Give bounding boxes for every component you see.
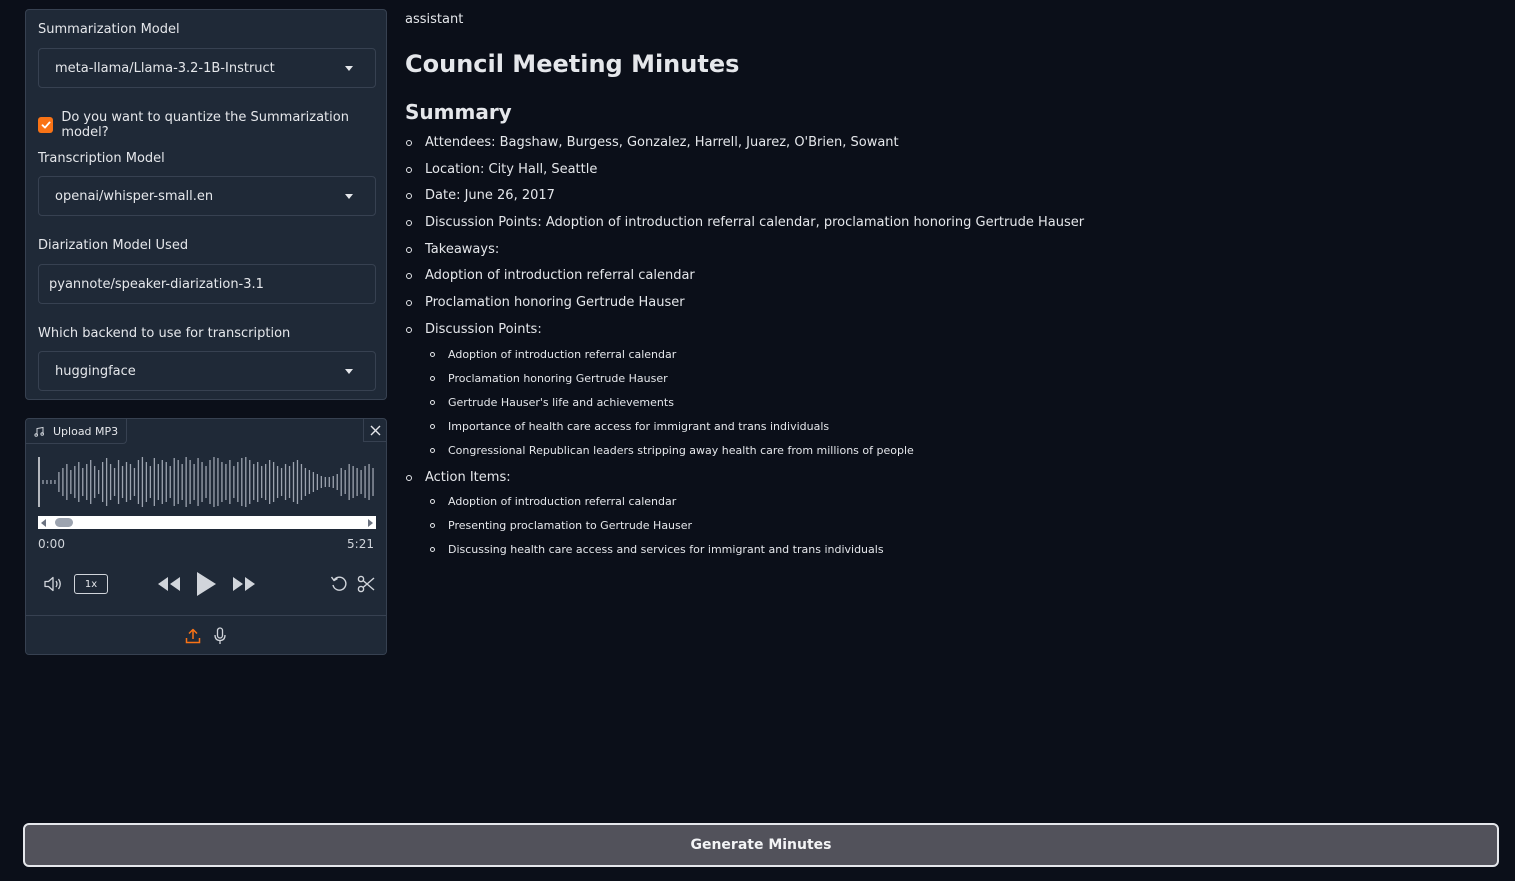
- playback-speed-button[interactable]: 1x: [74, 574, 108, 594]
- discussion-points-label: Discussion Points:: [425, 321, 542, 337]
- upload-mp3-label: Upload MP3: [53, 424, 119, 438]
- undo-icon: [330, 576, 347, 591]
- list-item: Takeaways:: [405, 239, 1084, 266]
- summary-list: Attendees: Bagshaw, Burgess, Gonzalez, H…: [405, 132, 1084, 564]
- audio-waveform[interactable]: [38, 457, 376, 507]
- list-item: Proclamation honoring Gertrude Hauser: [405, 292, 1084, 319]
- trim-button[interactable]: [355, 573, 377, 595]
- diarization-model-value: pyannote/speaker-diarization-3.1: [49, 276, 264, 292]
- list-item: Attendees: Bagshaw, Burgess, Gonzalez, H…: [405, 132, 1084, 159]
- list-item: Importance of health care access for imm…: [428, 417, 1087, 441]
- microphone-icon: [214, 627, 226, 644]
- fast-forward-icon: [233, 577, 255, 591]
- list-item: Discussion Points: Adoption of introduct…: [405, 319, 1084, 465]
- play-icon: [197, 572, 216, 596]
- action-items-label: Action Items:: [425, 469, 511, 485]
- message-role: assistant: [405, 12, 464, 27]
- list-item: Discussing health care access and servic…: [428, 540, 1087, 564]
- quantize-checkbox[interactable]: [38, 117, 54, 133]
- summary-heading: Summary: [405, 100, 512, 124]
- duration: 5:21: [347, 537, 374, 551]
- list-item: Congressional Republican leaders strippi…: [428, 441, 1087, 465]
- summarization-model-label: Summarization Model: [38, 22, 180, 37]
- fast-forward-button[interactable]: [231, 573, 257, 595]
- transcription-model-value: openai/whisper-small.en: [55, 188, 214, 204]
- scroll-right-icon[interactable]: [368, 519, 373, 527]
- quantize-option[interactable]: Do you want to quantize the Summarizatio…: [38, 110, 386, 140]
- quantize-label: Do you want to quantize the Summarizatio…: [61, 110, 349, 140]
- transcription-model-label: Transcription Model: [38, 151, 165, 166]
- waveform-scrollbar[interactable]: [38, 516, 376, 529]
- list-item: Presenting proclamation to Gertrude Haus…: [428, 516, 1087, 540]
- minutes-title: Council Meeting Minutes: [405, 50, 740, 78]
- play-button[interactable]: [194, 570, 218, 598]
- list-item: Adoption of introduction referral calend…: [428, 345, 1087, 369]
- rewind-button[interactable]: [156, 573, 182, 595]
- transcription-model-dropdown[interactable]: openai/whisper-small.en: [38, 176, 376, 216]
- backend-label: Which backend to use for transcription: [38, 326, 291, 341]
- list-item: Date: June 26, 2017: [405, 185, 1084, 212]
- volume-icon: [44, 576, 61, 592]
- chevron-down-icon: [345, 66, 353, 71]
- list-item: Gertrude Hauser's life and achievements: [428, 393, 1087, 417]
- undo-button[interactable]: [328, 573, 350, 595]
- list-item: Proclamation honoring Gertrude Hauser: [428, 369, 1087, 393]
- current-time: 0:00: [38, 537, 65, 551]
- upload-icon: [185, 628, 201, 644]
- backend-dropdown[interactable]: huggingface: [38, 351, 376, 391]
- chevron-down-icon: [345, 194, 353, 199]
- checkmark-icon: [41, 121, 51, 129]
- scroll-thumb[interactable]: [55, 518, 73, 527]
- backend-value: huggingface: [55, 363, 136, 379]
- audio-upload-panel: Upload MP3 0:00 5:21 1x: [25, 418, 387, 655]
- summarization-model-value: meta-llama/Llama-3.2-1B-Instruct: [55, 60, 275, 76]
- upload-mp3-tab: Upload MP3: [26, 419, 128, 444]
- list-item: Adoption of introduction referral calend…: [405, 265, 1084, 292]
- close-icon: [370, 425, 380, 435]
- discussion-points-list: Adoption of introduction referral calend…: [428, 345, 1087, 465]
- microphone-button[interactable]: [211, 626, 229, 646]
- close-button[interactable]: [363, 419, 386, 442]
- action-items-list: Adoption of introduction referral calend…: [428, 492, 1087, 564]
- list-item: Action Items: Adoption of introduction r…: [405, 467, 1084, 564]
- list-item: Adoption of introduction referral calend…: [428, 492, 1087, 516]
- list-item: Location: City Hall, Seattle: [405, 159, 1084, 186]
- scissors-icon: [357, 575, 375, 593]
- upload-button[interactable]: [184, 626, 202, 646]
- diarization-model-field[interactable]: pyannote/speaker-diarization-3.1: [38, 264, 376, 304]
- generate-minutes-button[interactable]: Generate Minutes: [23, 823, 1499, 867]
- diarization-model-label: Diarization Model Used: [38, 238, 189, 253]
- settings-panel: Summarization Model meta-llama/Llama-3.2…: [25, 9, 387, 400]
- audio-source-bar: [26, 615, 386, 654]
- rewind-icon: [158, 577, 180, 591]
- summarization-model-dropdown[interactable]: meta-llama/Llama-3.2-1B-Instruct: [38, 48, 376, 88]
- scroll-left-icon[interactable]: [41, 519, 46, 527]
- music-note-icon: [34, 426, 44, 437]
- list-item: Discussion Points: Adoption of introduct…: [405, 212, 1084, 239]
- playback-controls: 1x: [26, 567, 386, 601]
- volume-button[interactable]: [42, 573, 64, 595]
- chevron-down-icon: [345, 369, 353, 374]
